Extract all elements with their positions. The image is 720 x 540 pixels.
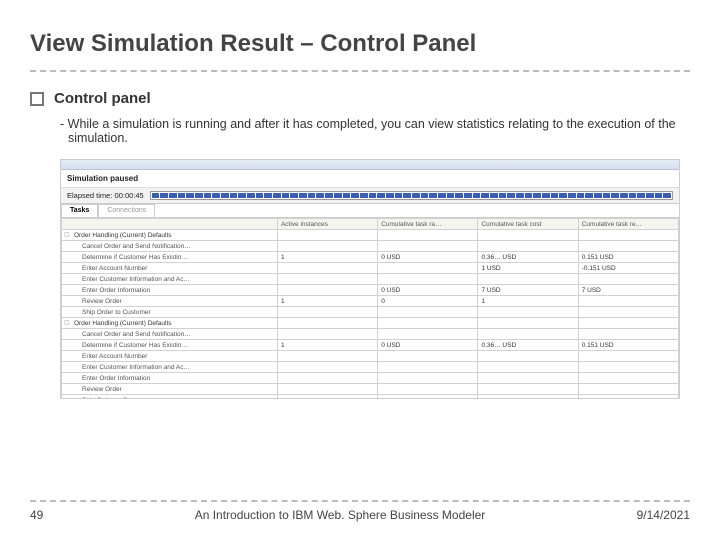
table-row[interactable]: Order Handling (Current) Defaults (62, 230, 679, 241)
slide: View Simulation Result – Control Panel C… (0, 0, 720, 540)
table-row[interactable]: Enter Account Number1 USD-0.151 USD (62, 263, 679, 274)
panel-titlebar (61, 160, 679, 170)
table-header-row: Active instances Cumulative task ra… Cum… (62, 219, 679, 230)
tasks-table: Active instances Cumulative task ra… Cum… (61, 218, 679, 399)
footer: 49 An Introduction to IBM Web. Sphere Bu… (30, 500, 690, 522)
table-row[interactable]: Ship Order to Customer (62, 307, 679, 318)
bullet-icon (30, 92, 44, 106)
tab-tasks[interactable]: Tasks (61, 204, 98, 217)
sub-bullet: While a simulation is running and after … (60, 117, 690, 145)
table-row[interactable]: Enter Account Number (62, 351, 679, 362)
tab-connections[interactable]: Connections (98, 204, 155, 217)
col-cumulative-cost: Cumulative task cost (478, 219, 578, 230)
panel-elapsed-row: Elapsed time: 00:00:45 (61, 188, 679, 204)
table-row[interactable]: Enter Order Information0 USD7 USD7 USD (62, 285, 679, 296)
col-cumulative-re: Cumulative task re… (578, 219, 678, 230)
table-row[interactable]: Ship Order to Customer (62, 395, 679, 400)
footer-date: 9/14/2021 (600, 508, 690, 522)
page-number: 49 (30, 508, 80, 522)
table-row[interactable]: Review Order (62, 384, 679, 395)
panel-status: Simulation paused (61, 170, 679, 188)
progress-bar (150, 191, 673, 200)
panel-tabs: Tasks Connections (61, 204, 679, 218)
col-active: Active instances (277, 219, 377, 230)
table-row[interactable]: Order Handling (Current) Defaults (62, 318, 679, 329)
table-row[interactable]: Review Order101 (62, 296, 679, 307)
bullet-label: Control panel (54, 90, 151, 107)
col-name (62, 219, 278, 230)
bullet-row: Control panel (30, 90, 690, 107)
elapsed-label: Elapsed time: 00:00:45 (67, 191, 144, 200)
table-row[interactable]: Enter Customer Information and Ac… (62, 362, 679, 373)
table-row[interactable]: Enter Order Information (62, 373, 679, 384)
col-cumulative-ra: Cumulative task ra… (378, 219, 478, 230)
table-row[interactable]: Cancel Order and Send Notification… (62, 329, 679, 340)
table-row[interactable]: Determine if Customer Has Existin…10 USD… (62, 340, 679, 351)
table-row[interactable]: Enter Customer Information and Ac… (62, 274, 679, 285)
slide-title: View Simulation Result – Control Panel (30, 30, 690, 72)
table-row[interactable]: Cancel Order and Send Notification… (62, 241, 679, 252)
footer-title: An Introduction to IBM Web. Sphere Busin… (80, 508, 600, 522)
table-row[interactable]: Determine if Customer Has Existin…10 USD… (62, 252, 679, 263)
simulation-panel-screenshot: Simulation paused Elapsed time: 00:00:45… (60, 159, 680, 399)
